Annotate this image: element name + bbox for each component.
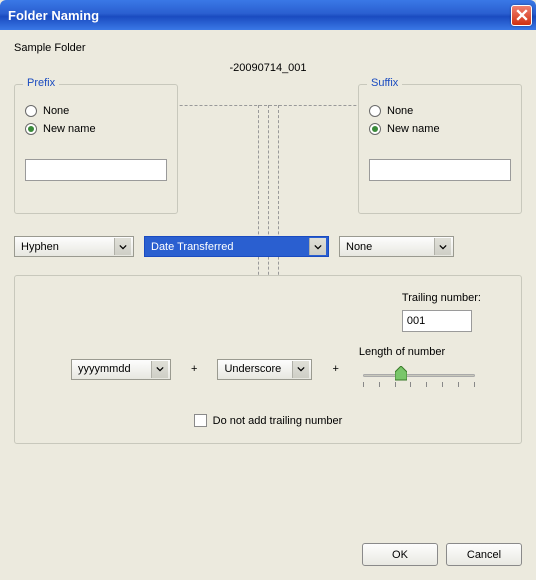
ok-button[interactable]: OK <box>362 543 438 566</box>
suffix-radio-none-label: None <box>387 105 413 117</box>
chevron-down-icon <box>309 238 326 255</box>
cancel-button[interactable]: Cancel <box>446 543 522 566</box>
suffix-radio-none[interactable] <box>369 105 381 117</box>
prefix-radio-none-label: None <box>43 105 69 117</box>
separator-right-value: None <box>346 241 434 253</box>
window-title: Folder Naming <box>8 8 99 23</box>
chevron-down-icon <box>292 361 309 378</box>
do-not-add-label: Do not add trailing number <box>213 415 343 427</box>
suffix-legend: Suffix <box>367 77 402 89</box>
center-source-value: Date Transferred <box>151 241 309 253</box>
separator-left-combo[interactable]: Hyphen <box>14 236 134 257</box>
plus-symbol: + <box>332 363 338 375</box>
trailing-number-label: Trailing number: <box>402 292 481 304</box>
length-of-number-label: Length of number <box>359 346 479 358</box>
chevron-down-icon <box>114 238 131 255</box>
sample-folder-label: Sample Folder <box>14 42 522 54</box>
suffix-radio-newname-label: New name <box>387 123 440 135</box>
prefix-radio-newname[interactable] <box>25 123 37 135</box>
separator-right-combo[interactable]: None <box>339 236 454 257</box>
plus-symbol: + <box>191 363 197 375</box>
folder-name-preview: -20090714_001 <box>223 62 312 74</box>
close-icon <box>516 9 528 21</box>
suffix-input[interactable] <box>369 159 511 181</box>
prefix-group: Prefix None New name <box>14 84 178 214</box>
suffix-radio-newname[interactable] <box>369 123 381 135</box>
prefix-input[interactable] <box>25 159 167 181</box>
close-button[interactable] <box>511 5 532 26</box>
prefix-radio-none[interactable] <box>25 105 37 117</box>
separator-left-value: Hyphen <box>21 241 114 253</box>
date-format-value: yyyymmdd <box>78 363 151 375</box>
mid-separator-combo[interactable]: Underscore <box>217 359 312 380</box>
chevron-down-icon <box>151 361 168 378</box>
chevron-down-icon <box>434 238 451 255</box>
date-number-panel: Trailing number: yyyymmdd + Underscore +… <box>14 275 522 444</box>
length-slider[interactable] <box>359 368 479 392</box>
do-not-add-checkbox[interactable] <box>194 414 207 427</box>
mid-separator-value: Underscore <box>224 363 292 375</box>
prefix-radio-newname-label: New name <box>43 123 96 135</box>
center-source-combo[interactable]: Date Transferred <box>144 236 329 257</box>
suffix-group: Suffix None New name <box>358 84 522 214</box>
prefix-legend: Prefix <box>23 77 59 89</box>
trailing-number-input[interactable] <box>402 310 472 332</box>
date-format-combo[interactable]: yyyymmdd <box>71 359 171 380</box>
